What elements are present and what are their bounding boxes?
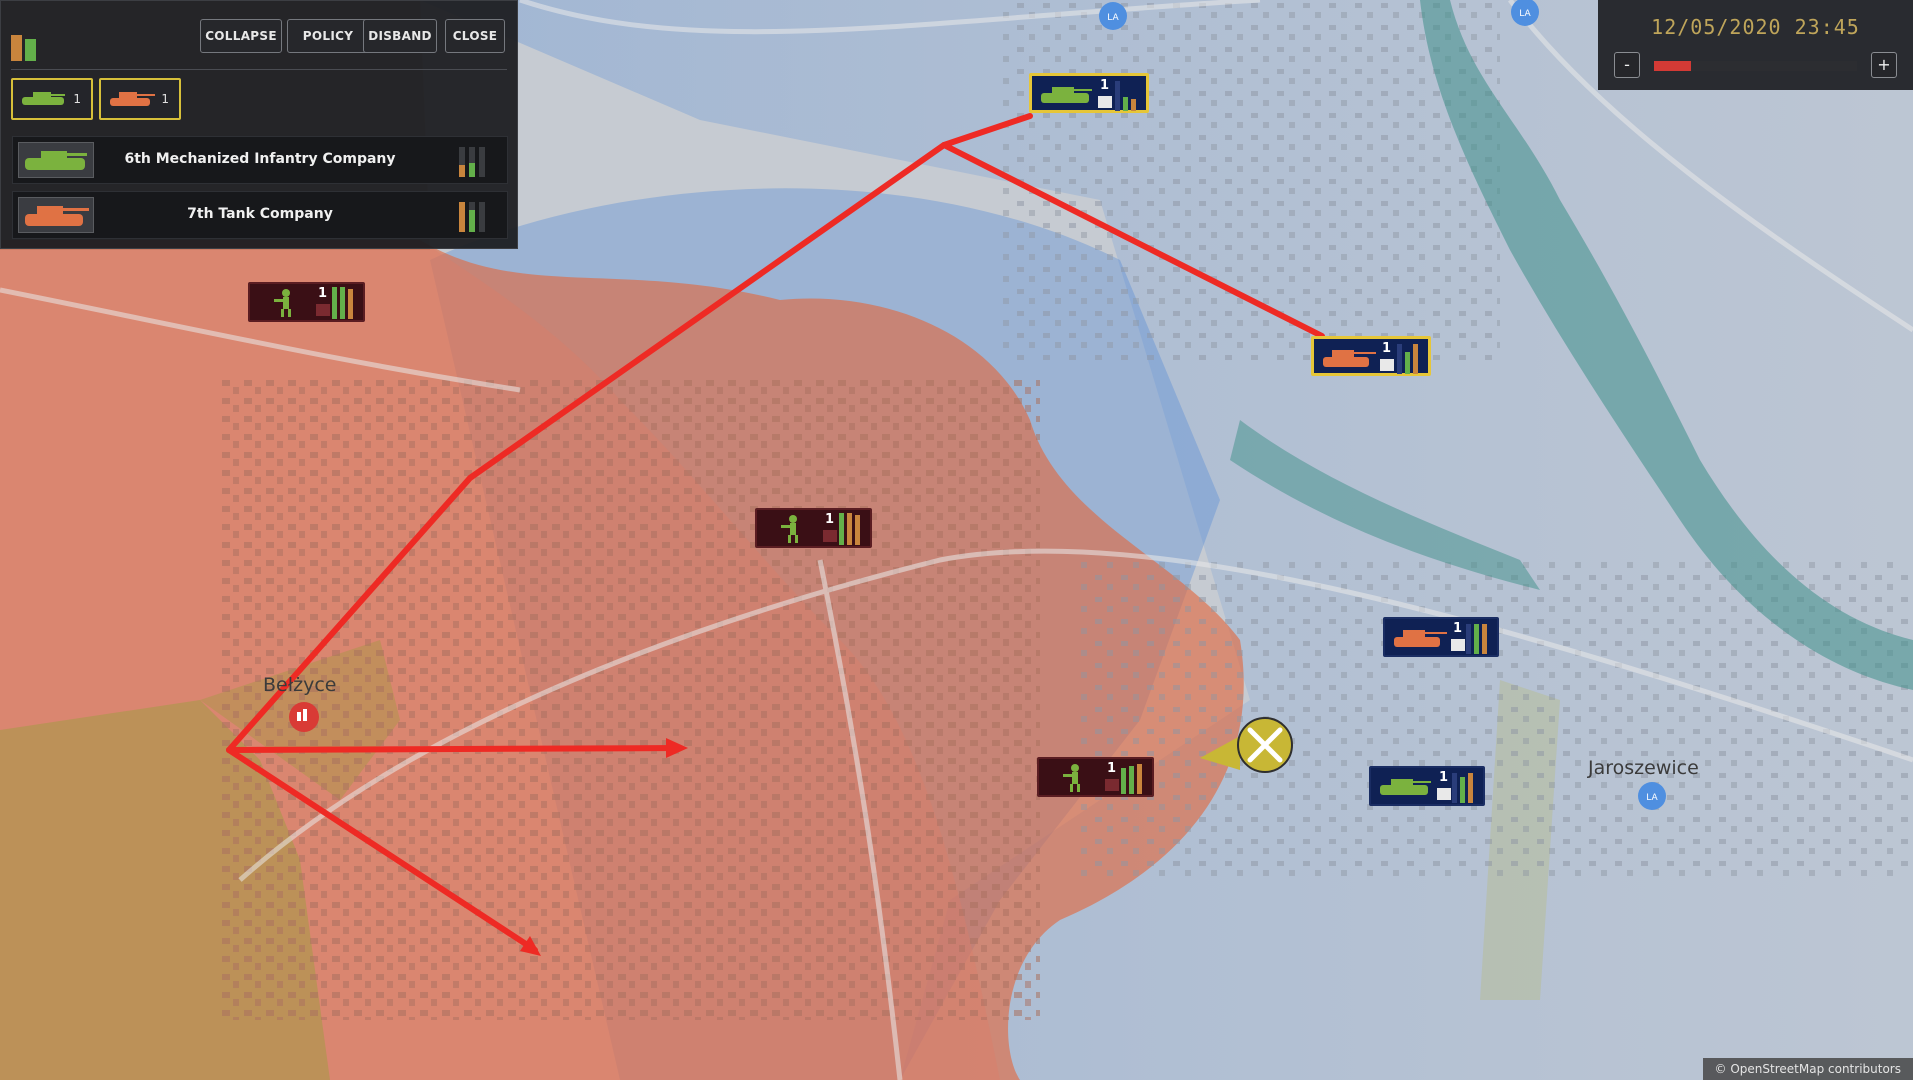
time-decrease-button[interactable]: - <box>1614 52 1640 78</box>
unit-row[interactable]: 6th Mechanized Infantry Company <box>12 136 508 184</box>
route-line <box>226 745 683 753</box>
type-chip-count: 1 <box>73 92 81 106</box>
panel-divider <box>11 69 507 70</box>
time-speed-slider[interactable] <box>1654 61 1857 71</box>
unit-name: 6th Mechanized Infantry Company <box>124 151 396 167</box>
tank-icon <box>18 197 94 233</box>
svg-text:LA: LA <box>1646 793 1658 803</box>
counter-size: 1 <box>1382 341 1392 356</box>
svg-text:LA: LA <box>1519 9 1531 19</box>
type-chip-ifv[interactable]: 1 <box>11 78 93 120</box>
friendly-ifv-counter[interactable]: 1 <box>1369 766 1485 806</box>
counter-strength-bars <box>1397 342 1423 374</box>
policy-button[interactable]: POLICY <box>287 19 369 53</box>
unit-group-panel: COLLAPSE POLICY DISBAND CLOSE 1 1 6th Me… <box>0 0 518 249</box>
counter-strength-bars <box>1121 762 1147 794</box>
counter-strength-bars <box>1115 79 1141 111</box>
counter-size: 1 <box>1100 78 1110 93</box>
infantry-icon <box>1063 764 1080 792</box>
poi-marker-north: LA <box>1099 2 1127 30</box>
unit-strength-bars <box>459 145 495 177</box>
counter-size: 1 <box>318 286 328 301</box>
tank-icon <box>1394 630 1447 647</box>
chevron-up-icon <box>1437 788 1451 800</box>
tank-icon <box>1323 350 1376 367</box>
poi-marker-jaroszewice: LA <box>1638 782 1666 810</box>
unit-row[interactable]: 7th Tank Company <box>12 191 508 239</box>
chevron-up-icon <box>1380 359 1394 371</box>
unit-name: 7th Tank Company <box>187 206 333 222</box>
type-chip-tank[interactable]: 1 <box>99 78 181 120</box>
infantry-icon <box>274 289 291 317</box>
counter-size: 1 <box>825 512 835 527</box>
counter-size: 1 <box>1439 770 1449 785</box>
shield-icon <box>823 530 837 542</box>
group-strength-icon <box>11 21 41 61</box>
friendly-ifv-counter[interactable]: 1 <box>1029 73 1149 113</box>
infantry-icon <box>781 515 798 543</box>
enemy-infantry-counter[interactable]: 1 <box>248 282 365 322</box>
counter-size: 1 <box>1107 761 1117 776</box>
shield-icon <box>316 304 330 316</box>
disband-button[interactable]: DISBAND <box>363 19 437 53</box>
ifv-icon <box>1041 87 1092 103</box>
close-button[interactable]: CLOSE <box>445 19 505 53</box>
enemy-infantry-counter[interactable]: 1 <box>1037 757 1154 797</box>
time-speed-fill <box>1654 61 1691 71</box>
enemy-infantry-counter[interactable]: 1 <box>755 508 872 548</box>
svg-text:LA: LA <box>1107 13 1119 23</box>
shield-icon <box>1105 779 1119 791</box>
friendly-tank-counter[interactable]: 1 <box>1383 617 1499 657</box>
time-increase-button[interactable]: + <box>1871 52 1897 78</box>
friendly-tank-counter[interactable]: 1 <box>1311 336 1431 376</box>
chevron-up-icon <box>1451 639 1465 651</box>
type-chip-count: 1 <box>161 92 169 106</box>
counter-strength-bars <box>332 287 358 319</box>
unit-strength-bars <box>459 200 495 232</box>
collapse-button[interactable]: COLLAPSE <box>200 19 282 53</box>
map-attribution[interactable]: © OpenStreetMap contributors <box>1702 1058 1913 1080</box>
game-datetime: 12/05/2020 23:45 <box>1651 15 1860 39</box>
ifv-icon <box>18 142 94 178</box>
ifv-icon <box>22 92 65 105</box>
time-control-panel: 12/05/2020 23:45 - + <box>1598 0 1913 90</box>
ifv-icon <box>1380 779 1431 795</box>
town-label-jaroszewice: Jaroszewice <box>1588 757 1699 779</box>
tank-icon <box>110 92 155 106</box>
counter-strength-bars <box>1452 771 1478 803</box>
town-label-belzyce: Bełżyce <box>263 674 337 696</box>
chevron-up-icon <box>1098 96 1112 108</box>
counter-size: 1 <box>1453 621 1463 636</box>
counter-strength-bars <box>839 513 865 545</box>
counter-strength-bars <box>1466 622 1492 654</box>
poi-marker-belzyce <box>289 702 319 732</box>
